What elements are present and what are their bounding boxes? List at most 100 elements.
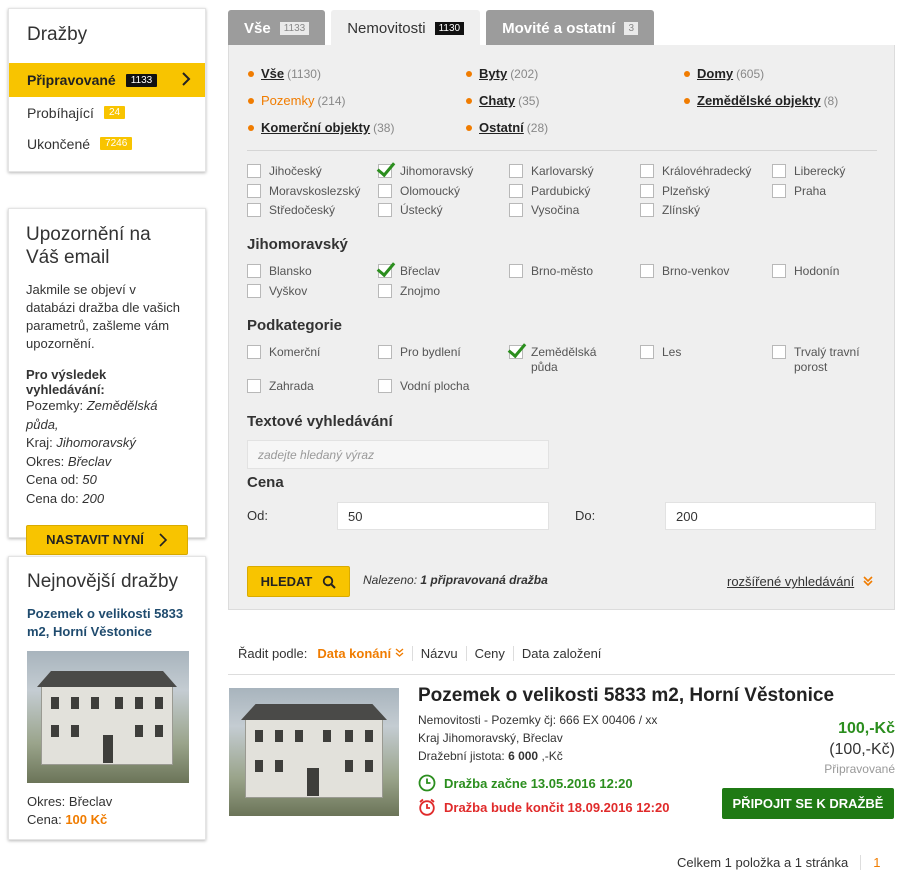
alert-text: Jakmile se objeví v databázi dražba dle … [26,282,180,351]
region-checkbox[interactable]: Olomoucký [378,184,460,199]
region-checkbox[interactable]: Ústecký [378,203,443,218]
count-badge: 1133 [279,21,310,35]
auction-start: Dražba začne 13.05.2016 12:20 [418,774,633,792]
checkmark-icon [509,345,523,359]
result-deposit: Dražební jistota: 6 000 ,-Kč [418,749,563,763]
category-agricultural[interactable]: Zemědělské objekty (8) [684,93,838,108]
subcategory-checkbox[interactable]: Les [640,345,681,360]
subcategory-heading: Podkategorie [247,317,343,334]
alert-param: Cena do: 200 [26,490,105,506]
newest-auction-link[interactable]: Pozemek o velikosti 5833 m2, Horní Věsto… [27,605,187,641]
category-flats[interactable]: Byty (202) [466,66,538,81]
count-badge: 24 [103,106,126,119]
chevron-right-icon [159,532,168,547]
category-all[interactable]: Vše (1130) [248,66,321,81]
double-chevron-down-icon[interactable] [862,575,874,587]
page-link[interactable]: 1 [860,855,881,870]
district-heading: Jihomoravský [247,236,348,253]
chevron-right-icon [182,72,191,86]
alert-param: Pozemky: Zemědělská půda, [26,398,158,432]
property-photo[interactable] [27,651,189,783]
alert-param: Kraj: Jihomoravský [26,435,136,451]
menu-item-label: Připravované [27,72,116,88]
category-houses[interactable]: Domy (605) [684,66,764,81]
text-search-input[interactable]: zadejte hledaný výraz [247,440,549,469]
sort-option-name[interactable]: Názvu [411,646,466,661]
price-heading: Cena [247,474,284,491]
tab-all[interactable]: Vše 1133 [228,10,326,46]
result-price: 100,-Kč [838,720,895,737]
region-checkbox[interactable]: Moravskoslezský [247,184,360,199]
region-checkbox[interactable]: Liberecký [772,164,845,179]
result-photo[interactable] [229,688,399,816]
auction-end: Dražba bude končit 18.09.2016 12:20 [418,798,669,816]
price-to-input[interactable]: 200 [665,502,876,530]
text-search-heading: Textové vyhledávání [247,413,393,430]
district-checkbox[interactable]: Znojmo [378,284,440,299]
category-list: Vše (1130) Byty (202) Domy (605) Pozemky (21… [248,64,878,144]
region-checkbox[interactable]: Praha [772,184,826,199]
sort-option-price[interactable]: Ceny [465,646,513,661]
region-checkbox[interactable]: Zlínský [640,203,700,218]
district-checkbox[interactable]: Břeclav [378,264,440,279]
count-badge: 7246 [100,137,133,150]
region-checkbox[interactable]: Středočeský [247,203,335,218]
region-checkbox[interactable]: Plzeňský [640,184,710,199]
menu-item-finished[interactable]: Ukončené 7246 [9,128,205,159]
district-checkbox[interactable]: Vyškov [247,284,307,299]
alert-title: Upozornění na Váš email [26,224,151,268]
district-checkbox[interactable]: Hodonín [772,264,839,279]
category-other[interactable]: Ostatní (28) [466,120,548,135]
subcategory-checkbox[interactable]: Komerční [247,345,320,360]
join-auction-button[interactable]: PŘIPOJIT SE K DRAŽBĚ [722,788,894,819]
district-checkbox[interactable]: Brno-město [509,264,593,279]
sort-option-date[interactable]: Data konání [307,646,411,661]
subcategory-checkbox[interactable]: Pro bydlení [378,345,461,360]
checkmark-icon [378,164,392,178]
sort-option-created[interactable]: Data založení [512,646,610,661]
newest-price: 100 Kč [65,812,108,827]
checkmark-icon [378,264,392,278]
menu-item-prepared[interactable]: Připravované 1133 [9,63,205,97]
sort-bar: Řadit podle: Data konání Názvu Ceny Data… [238,646,609,661]
category-land[interactable]: Pozemky (214) [248,93,345,108]
auctions-menu: Připravované 1133 Probíhající 24 Ukončen… [9,63,205,159]
count-badge: 1133 [125,73,158,87]
advanced-search-link[interactable]: rozšířené vyhledávání [727,574,854,589]
region-checkbox[interactable]: Jihomoravský [378,164,473,179]
region-checkbox[interactable]: Karlovarský [509,164,594,179]
tab-movables[interactable]: Movité a ostatní 3 [486,10,655,46]
search-icon [323,575,337,589]
alarm-clock-icon [419,798,435,816]
count-badge: 3 [624,21,639,35]
price-to-label: Do: [575,508,596,523]
pagination: Celkem 1 položka a 1 stránka 1 [677,855,881,870]
region-checkbox[interactable]: Jihočeský [247,164,322,179]
subcategory-checkbox[interactable]: Zahrada [247,379,314,394]
alert-param: Okres: Břeclav [26,453,112,469]
region-checkbox[interactable]: Vysočina [509,203,579,218]
result-state: Připravované [824,762,895,776]
region-checkbox[interactable]: Královéhradecký [640,164,751,179]
auctions-card: Dražby Připravované 1133 Probíhající 24 … [8,8,206,172]
subcategory-checkbox[interactable]: Trvalý travní porost [772,345,872,375]
double-chevron-down-icon [395,648,404,657]
category-cottages[interactable]: Chaty (35) [466,93,539,108]
district-checkbox[interactable]: Brno-venkov [640,264,729,279]
alert-param: Cena od: 50 [26,472,97,488]
menu-item-label: Ukončené [27,135,91,152]
email-alert-card: Upozornění na Váš email Jakmile se objev… [8,208,206,555]
search-button[interactable]: HLEDAT [247,566,350,597]
set-alert-button[interactable]: NASTAVIT NYNÍ [26,524,188,555]
menu-item-ongoing[interactable]: Probíhající 24 [9,97,205,128]
category-commercial[interactable]: Komerční objekty (38) [248,120,394,135]
pagination-summary: Celkem 1 položka a 1 stránka [677,855,849,870]
price-from-input[interactable]: 50 [337,502,549,530]
divider [247,150,877,151]
region-checkbox[interactable]: Pardubický [509,184,590,199]
district-checkbox[interactable]: Blansko [247,264,312,279]
subcategory-checkbox[interactable]: Zemědělská půda [509,345,619,375]
subcategory-checkbox[interactable]: Vodní plocha [378,379,469,394]
tab-real-estate[interactable]: Nemovitosti 1130 [331,10,481,47]
result-title[interactable]: Pozemek o velikosti 5833 m2, Horní Věsto… [418,685,834,707]
